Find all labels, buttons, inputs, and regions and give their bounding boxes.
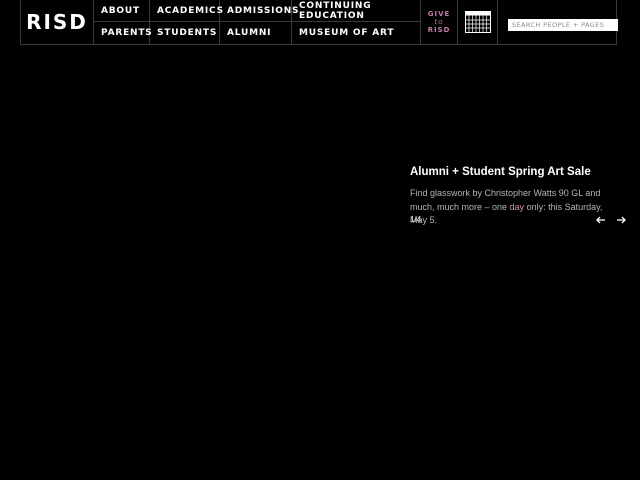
nav-continuing-education[interactable]: CONTINUING EDUCATION: [292, 0, 421, 22]
give-line3: RISD: [427, 26, 451, 34]
slide-counter: 1/4: [410, 215, 422, 224]
arrow-left-icon: [596, 216, 605, 224]
arrow-right-icon: [617, 216, 626, 224]
nav-museum-of-art[interactable]: MUSEUM OF ART: [292, 22, 421, 44]
next-slide-button[interactable]: [615, 213, 627, 225]
search-box: [508, 14, 618, 32]
calendar-button[interactable]: [458, 0, 498, 44]
nav-academics[interactable]: ACADEMICS: [150, 0, 223, 22]
nav-alumni[interactable]: ALUMNI: [220, 22, 292, 44]
slide-desc-link[interactable]: day: [510, 202, 525, 212]
logo-text: RISD: [26, 10, 88, 34]
give-to-risd-link[interactable]: GIVE to RISD: [421, 0, 458, 44]
give-line2: to: [434, 18, 444, 26]
risd-logo[interactable]: RISD: [21, 0, 94, 44]
site-header: RISD ABOUT ACADEMICS ADMISSIONS CONTINUI…: [20, 0, 618, 45]
prev-slide-button[interactable]: [595, 213, 607, 225]
slide-title[interactable]: Alumni + Student Spring Art Sale: [410, 166, 615, 178]
nav-parents[interactable]: PARENTS: [94, 22, 152, 44]
search-input[interactable]: [508, 19, 618, 31]
slide-description: Find glasswork by Christopher Watts 90 G…: [410, 187, 615, 228]
give-line1: GIVE: [427, 10, 451, 18]
calendar-icon: [464, 11, 491, 33]
slide-caption: Alumni + Student Spring Art Sale Find gl…: [410, 166, 615, 228]
nav-about[interactable]: ABOUT: [94, 0, 150, 22]
nav-admissions[interactable]: ADMISSIONS: [220, 0, 299, 22]
nav-students[interactable]: STUDENTS: [150, 22, 220, 44]
